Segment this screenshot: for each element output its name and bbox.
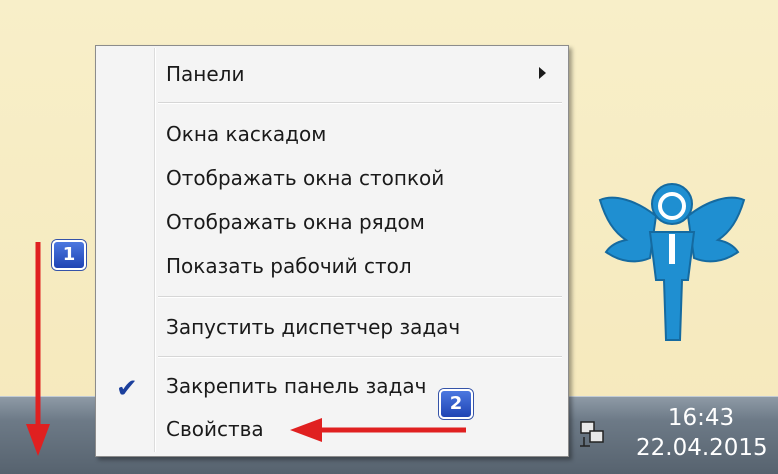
taskbar-context-menu: Панели Окна каскадом Отображать окна сто… bbox=[95, 45, 569, 457]
checkmark-icon: ✔ bbox=[116, 374, 138, 404]
menu-separator bbox=[158, 296, 562, 298]
angel-logo-icon bbox=[598, 183, 746, 341]
clock-date: 22.04.2015 bbox=[636, 435, 768, 461]
menu-gutter-divider bbox=[154, 48, 156, 452]
menu-item-show-desktop[interactable]: Показать рабочий стол bbox=[166, 253, 412, 279]
menu-item-task-manager[interactable]: Запустить диспетчер задач bbox=[166, 314, 460, 340]
network-icon[interactable] bbox=[578, 419, 608, 449]
submenu-arrow-icon bbox=[539, 67, 546, 79]
menu-item-stack-windows[interactable]: Отображать окна стопкой bbox=[166, 165, 444, 191]
menu-item-side-by-side[interactable]: Отображать окна рядом bbox=[166, 209, 425, 235]
annotation-badge-1: 1 bbox=[52, 240, 86, 270]
menu-separator bbox=[158, 102, 562, 104]
menu-item-properties[interactable]: Свойства bbox=[166, 416, 264, 442]
menu-item-panels[interactable]: Панели bbox=[166, 61, 244, 87]
menu-item-lock-taskbar[interactable]: Закрепить панель задач bbox=[166, 373, 426, 399]
clock-time: 16:43 bbox=[667, 405, 735, 431]
annotation-badge-2: 2 bbox=[439, 389, 473, 419]
menu-item-cascade-windows[interactable]: Окна каскадом bbox=[166, 121, 326, 147]
system-clock[interactable]: 16:43 22.04.2015 bbox=[636, 403, 768, 463]
menu-separator bbox=[158, 356, 562, 358]
